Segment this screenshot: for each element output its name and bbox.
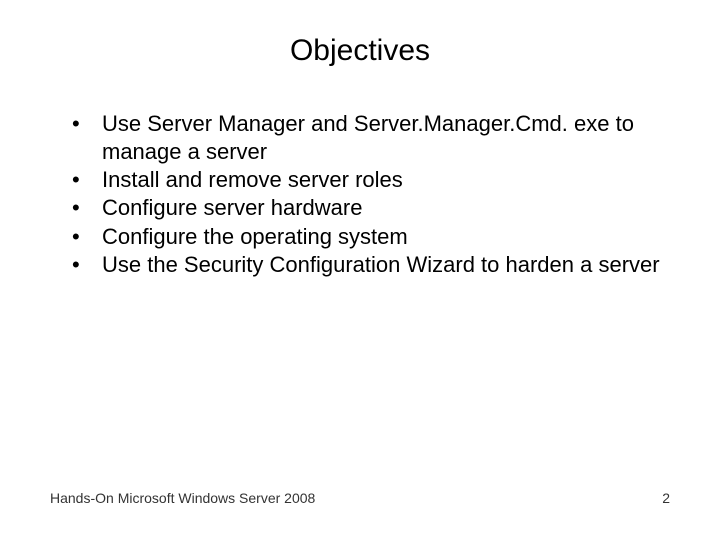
list-item: Use Server Manager and Server.Manager.Cm…	[72, 110, 670, 166]
footer: Hands-On Microsoft Windows Server 2008 2	[50, 490, 670, 506]
list-item: Install and remove server roles	[72, 166, 670, 194]
list-item: Configure the operating system	[72, 223, 670, 251]
bullet-list: Use Server Manager and Server.Manager.Cm…	[50, 110, 670, 279]
slide-title: Objectives	[50, 34, 670, 68]
list-item: Use the Security Configuration Wizard to…	[72, 251, 670, 279]
footer-text: Hands-On Microsoft Windows Server 2008	[50, 490, 315, 506]
slide: Objectives Use Server Manager and Server…	[0, 0, 720, 540]
list-item: Configure server hardware	[72, 194, 670, 222]
page-number: 2	[662, 490, 670, 506]
